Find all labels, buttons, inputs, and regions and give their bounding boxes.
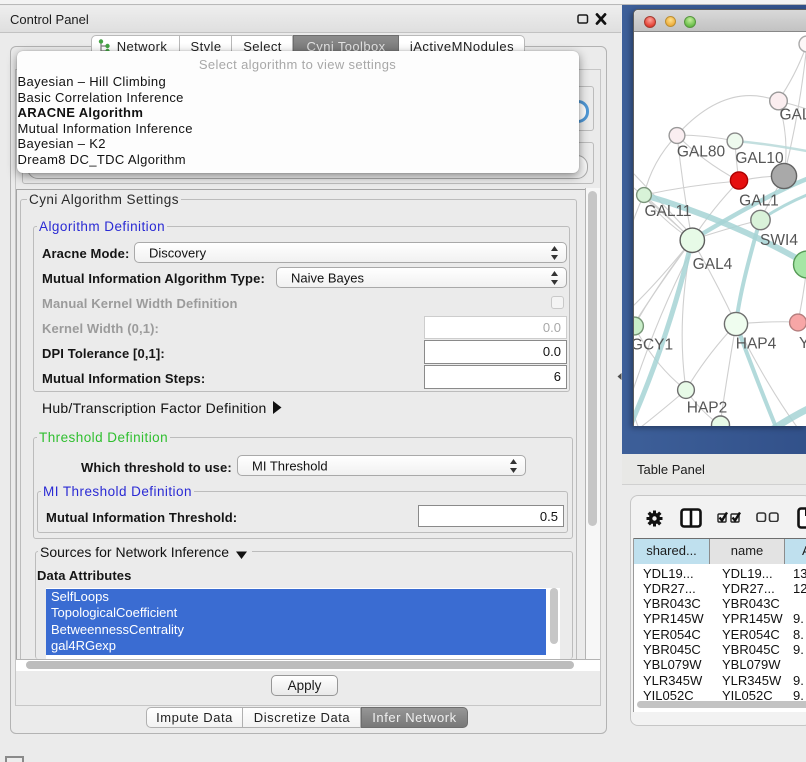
- svg-text:Y: Y: [799, 335, 806, 352]
- svg-text:HAP4: HAP4: [736, 336, 777, 353]
- svg-text:GAL80: GAL80: [677, 144, 726, 161]
- svg-text:GCY1: GCY1: [634, 337, 673, 354]
- svg-text:GAL10: GAL10: [735, 150, 784, 167]
- svg-text:SWI4: SWI4: [760, 232, 798, 249]
- svg-text:GAL1: GAL1: [739, 193, 779, 210]
- svg-text:GAL11: GAL11: [644, 203, 691, 220]
- svg-text:GAL8: GAL8: [780, 107, 806, 124]
- svg-text:GAL4: GAL4: [693, 256, 733, 273]
- svg-text:HAP2: HAP2: [687, 400, 728, 417]
